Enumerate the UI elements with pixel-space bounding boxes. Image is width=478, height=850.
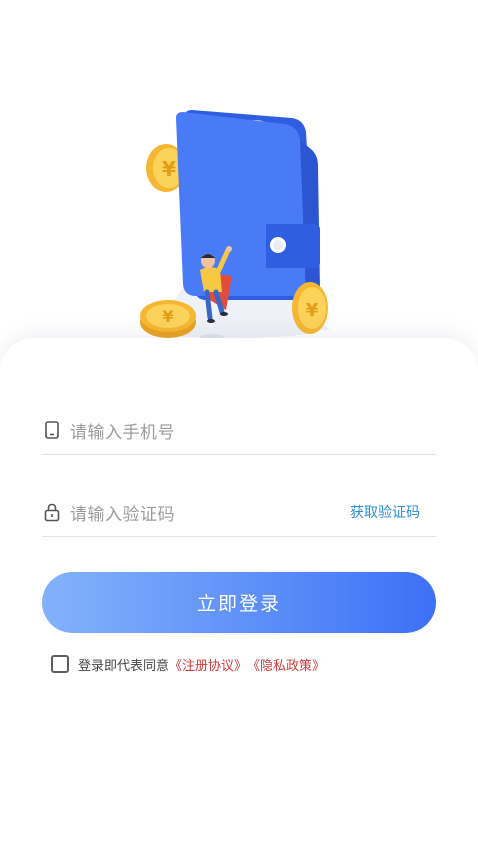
terms-link[interactable]: 《注册协议》 [169, 655, 247, 674]
agreement-row: 登录即代表同意 《注册协议》 《隐私政策》 [51, 651, 325, 677]
coin-left-symbol: ¥ [162, 157, 176, 181]
hero-illustration: ¥ ¥ ¥ ¥ [0, 0, 478, 360]
verification-code-field[interactable]: 请输入验证码 获取验证码 [42, 488, 436, 537]
phone-placeholder: 请输入手机号 [70, 423, 175, 443]
privacy-link[interactable]: 《隐私政策》 [247, 655, 325, 674]
coin-bottom-symbol: ¥ [162, 307, 173, 326]
get-code-button[interactable]: 获取验证码 [350, 502, 420, 522]
phone-icon [45, 421, 59, 439]
agreement-text: 登录即代表同意 [78, 658, 170, 674]
wallet-illustration: ¥ ¥ ¥ ¥ [140, 110, 330, 340]
code-placeholder: 请输入验证码 [70, 505, 175, 525]
coin-right-icon: ¥ [292, 282, 328, 334]
agreement-checkbox[interactable] [51, 655, 69, 673]
lock-icon [44, 503, 60, 522]
login-button[interactable]: 立即登录 [42, 572, 436, 633]
phone-field[interactable]: 请输入手机号 [42, 406, 436, 455]
coin-bottom-icon: ¥ [140, 300, 196, 338]
coin-right-symbol: ¥ [306, 300, 319, 321]
